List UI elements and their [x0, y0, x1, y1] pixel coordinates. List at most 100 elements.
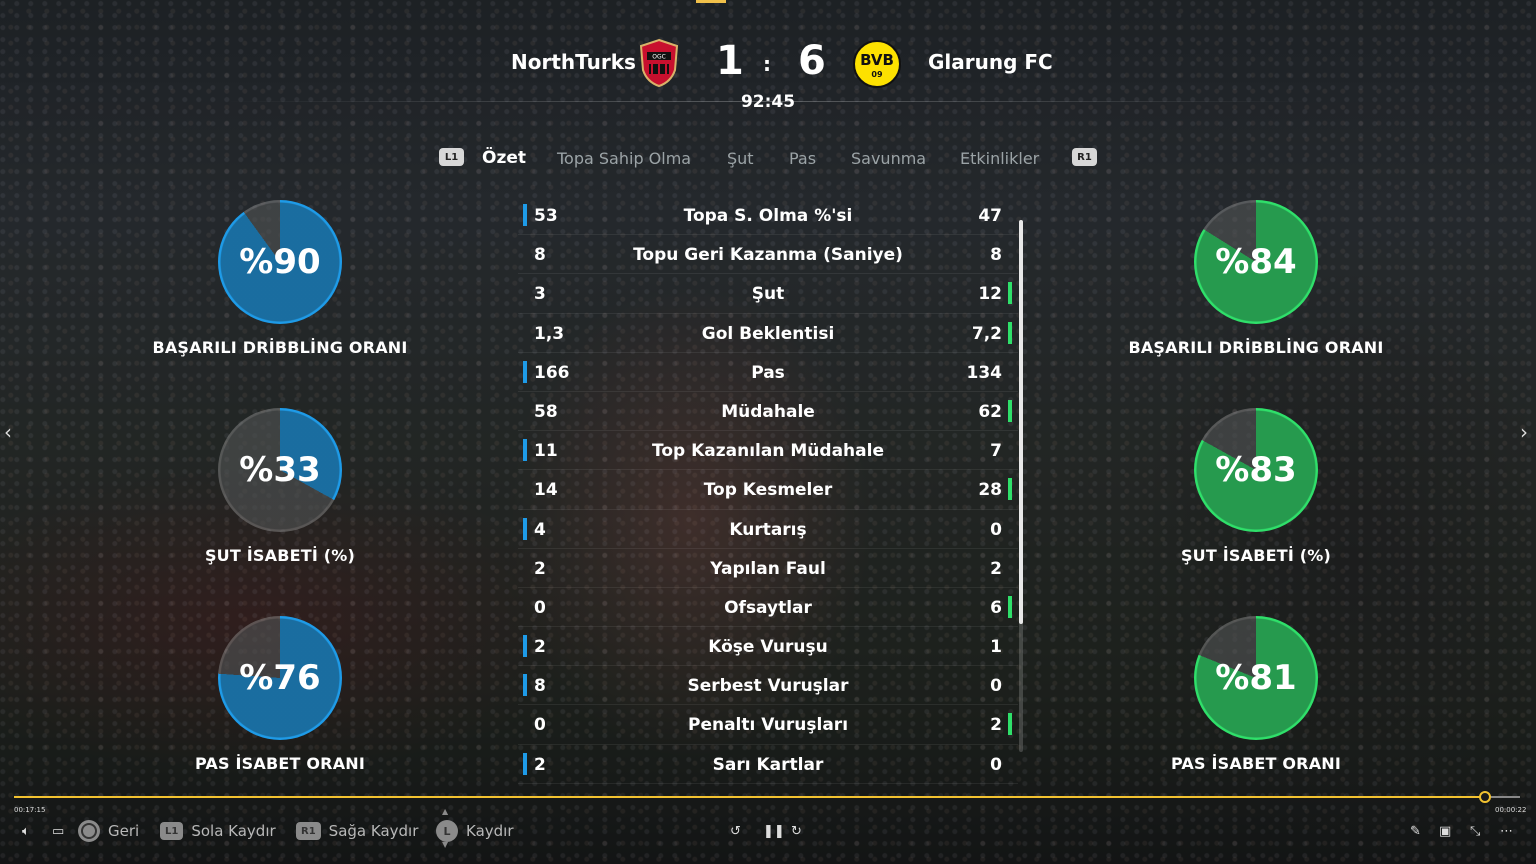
- home-pass-accuracy-label: PAS İSABET ORANI: [194, 754, 366, 773]
- away-shot-accuracy-label: ŞUT İSABETİ (%): [1180, 546, 1332, 565]
- stat-row: 1,3 Gol Beklentisi 7,2: [518, 314, 1018, 353]
- stat-row: 2 Sarı Kartlar 0: [518, 745, 1018, 784]
- chevron-left-icon[interactable]: ‹: [4, 420, 12, 444]
- home-pass-accuracy-ring: %76: [218, 616, 342, 740]
- away-stat-value: 62: [978, 401, 1002, 422]
- playback-progress[interactable]: [14, 796, 1485, 798]
- time-elapsed: 00:17:15: [14, 806, 46, 814]
- chevron-right-icon[interactable]: ›: [1520, 420, 1528, 444]
- away-stat-value: 2: [990, 558, 1002, 579]
- back-label: Geri: [108, 822, 140, 840]
- match-clock: 92:45: [740, 92, 796, 112]
- miniplayer-button[interactable]: ▣: [1439, 820, 1451, 842]
- scroll-left-label: Sola Kaydır: [191, 822, 276, 840]
- volume-button[interactable]: 🔈︎: [22, 820, 30, 842]
- playback-scrubber[interactable]: [1479, 791, 1491, 803]
- scroll-control[interactable]: ▲ L ▼ Kaydır: [436, 807, 514, 849]
- stat-row: 2 Köşe Vuruşu 1: [518, 627, 1018, 667]
- svg-text:BVB: BVB: [860, 51, 894, 69]
- stat-name: Kurtarış: [729, 519, 807, 540]
- home-team-name: NorthTurks: [511, 50, 636, 74]
- scroll-label: Kaydır: [466, 822, 514, 840]
- scroll-right-label: Sağa Kaydır: [328, 822, 419, 840]
- stat-row: 8 Topu Geri Kazanma (Saniye) 8: [518, 235, 1018, 275]
- stat-row: 11 Top Kazanılan Müdahale 7: [518, 431, 1018, 471]
- away-dribble-ring: %84: [1194, 200, 1318, 324]
- tab-sut[interactable]: Şut: [727, 149, 754, 168]
- stat-name: Penaltı Vuruşları: [687, 715, 849, 736]
- tab-etkinlikler[interactable]: Etkinlikler: [960, 149, 1039, 168]
- home-team-crest-icon: OGC: [639, 38, 679, 88]
- stats-tabs: L1 Özet Topa Sahip Olma Şut Pas Savunma …: [0, 146, 1536, 172]
- stat-name: Sarı Kartlar: [712, 754, 824, 775]
- stat-name: Serbest Vuruşlar: [687, 676, 849, 697]
- pencil-icon: ✎: [1410, 823, 1421, 839]
- edit-button[interactable]: ✎: [1410, 820, 1421, 842]
- away-team-crest-icon: BVB 09: [853, 40, 901, 88]
- tab-pas[interactable]: Pas: [789, 149, 816, 168]
- stat-row: 8 Serbest Vuruşlar 0: [518, 666, 1018, 706]
- stat-row: 58 Müdahale 62: [518, 392, 1018, 432]
- stat-row: 0 Ofsaytlar 6: [518, 588, 1018, 628]
- away-stat-value: 7: [990, 441, 1002, 462]
- top-accent-bar: [696, 0, 726, 3]
- stat-name: Şut: [751, 284, 785, 305]
- stats-scrollbar-thumb[interactable]: [1019, 220, 1023, 624]
- r1-button-icon[interactable]: R1: [1072, 148, 1097, 166]
- more-icon: ⋯: [1500, 823, 1513, 839]
- stat-name: Gol Beklentisi: [701, 323, 835, 344]
- stat-name: Topu Geri Kazanma (Saniye): [633, 245, 903, 266]
- time-remaining: 00:00:22: [1495, 806, 1527, 814]
- away-shot-accuracy-ring: %83: [1194, 408, 1318, 532]
- left-stick-icon: ▲ L ▼: [436, 807, 458, 849]
- forward-button[interactable]: ↻: [791, 820, 802, 842]
- home-dribble-stat: %90 BAŞARILI DRİBBLİNG ORANI: [130, 200, 430, 357]
- home-dribble-ring: %90: [218, 200, 342, 324]
- away-stat-value: 134: [966, 362, 1003, 383]
- stat-name: Köşe Vuruşu: [708, 637, 828, 658]
- away-dribble-stat: %84 BAŞARILI DRİBBLİNG ORANI: [1106, 200, 1406, 357]
- svg-text:OGC: OGC: [652, 54, 666, 61]
- stat-name: Pas: [751, 362, 785, 383]
- l1-hint-icon: L1: [160, 822, 184, 840]
- l1-button-icon[interactable]: L1: [439, 148, 464, 166]
- stat-row: 2 Yapılan Faul 2: [518, 549, 1018, 588]
- away-stat-value: 12: [978, 284, 1002, 305]
- miniplayer-icon: ▣: [1439, 823, 1452, 839]
- home-score: 1: [716, 38, 744, 84]
- scoreline: NorthTurks OGC 1 : 6 BVB 09 Glarung FC: [0, 36, 1536, 92]
- stats-table[interactable]: 53 Topa S. Olma %'si 47 8 Topu Geri Kazanma …: [518, 196, 1018, 784]
- away-score: 6: [798, 38, 826, 84]
- away-stat-value: 6: [990, 597, 1002, 618]
- tab-topa-sahip-olma[interactable]: Topa Sahip Olma: [557, 149, 691, 168]
- exit-fullscreen-button[interactable]: ⤡: [1470, 820, 1480, 842]
- stat-name: Topa S. Olma %'si: [683, 206, 853, 226]
- away-stat-value: 0: [990, 754, 1002, 775]
- tab-savunma[interactable]: Savunma: [851, 149, 926, 168]
- forward-icon: ↻: [791, 823, 802, 839]
- stat-name: Yapılan Faul: [710, 558, 826, 579]
- stat-name: Ofsaytlar: [724, 597, 812, 618]
- back-control[interactable]: Geri: [78, 820, 139, 842]
- stat-name: Top Kazanılan Müdahale: [652, 441, 884, 462]
- away-stat-value: 1: [990, 637, 1002, 658]
- home-shot-accuracy-ring: %33: [218, 408, 342, 532]
- tab-ozet[interactable]: Özet: [482, 148, 526, 168]
- away-stat-value: 0: [990, 676, 1002, 697]
- captions-button[interactable]: ▭: [52, 820, 64, 842]
- home-pass-accuracy-stat: %76 PAS İSABET ORANI: [130, 616, 430, 773]
- away-dribble-label: BAŞARILI DRİBBLİNG ORANI: [1128, 338, 1384, 357]
- scroll-left-control[interactable]: L1 Sola Kaydır: [160, 820, 276, 842]
- stat-row: 53 Topa S. Olma %'si 47: [518, 196, 1018, 236]
- more-options-button[interactable]: ⋯: [1500, 820, 1513, 842]
- away-stat-value: 47: [978, 206, 1002, 226]
- scroll-right-control[interactable]: R1 Sağa Kaydır: [296, 820, 418, 842]
- pause-button[interactable]: ❚❚: [763, 820, 785, 842]
- away-stat-value: 28: [978, 480, 1002, 501]
- rewind-icon: ↺: [730, 823, 741, 839]
- captions-icon: ▭: [52, 823, 65, 839]
- stat-row: 0 Penaltı Vuruşları 2: [518, 705, 1018, 745]
- stat-row: 14 Top Kesmeler 28: [518, 470, 1018, 510]
- rewind-button[interactable]: ↺: [730, 820, 741, 842]
- away-stat-value: 7,2: [971, 323, 1002, 344]
